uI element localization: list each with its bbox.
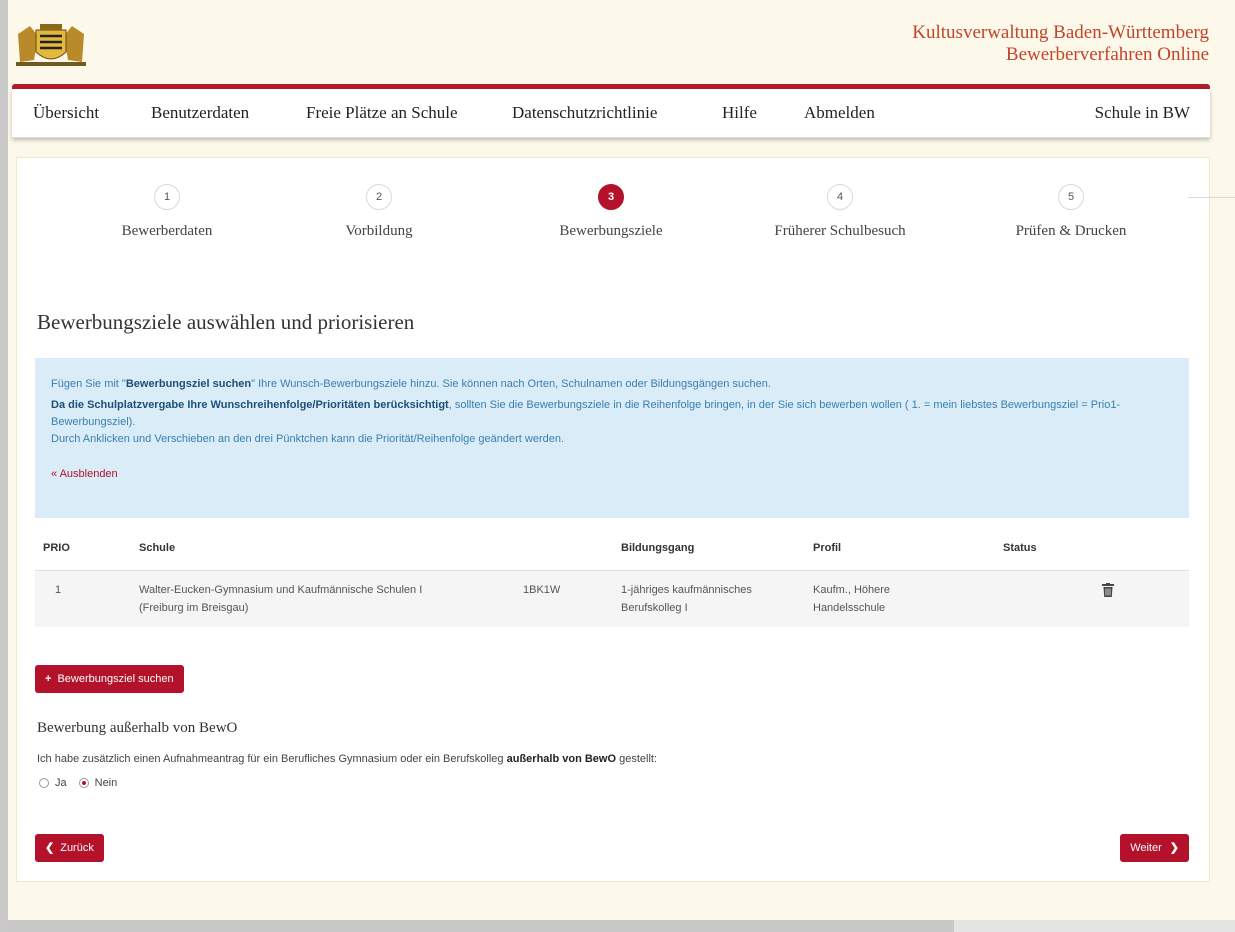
step-number: 1 — [154, 184, 180, 210]
info-line-2: Da die Schulplatzvergabe Ihre Wunschreih… — [51, 397, 1173, 431]
radio-ja-label: Ja — [55, 777, 67, 789]
col-status: Status — [1003, 542, 1037, 554]
schule-ort: (Freiburg im Breisgau) — [139, 602, 249, 614]
info-bold: Bewerbungsziel suchen — [125, 378, 252, 390]
col-prio: PRIO — [43, 542, 70, 554]
row-schule: Walter-Eucken-Gymnasium und Kaufmännisch… — [139, 581, 422, 617]
main-panel: 1 Bewerberdaten 2 Vorbildung 3 Bewerbung… — [16, 157, 1210, 882]
step-label: Bewerberdaten — [121, 223, 213, 239]
button-label: Weiter — [1130, 842, 1162, 854]
step-label: Bewerbungsziele — [559, 223, 663, 239]
plus-icon: + — [45, 673, 52, 685]
search-target-button[interactable]: + Bewerbungsziel suchen — [35, 665, 184, 693]
coat-of-arms-logo[interactable] — [14, 22, 88, 68]
nav-freie-plaetze[interactable]: Freie Plätze an Schule — [306, 103, 458, 123]
step-4[interactable]: 4 Früherer Schulbesuch — [740, 184, 940, 240]
radio-nein-label: Nein — [94, 777, 118, 789]
row-profil: Kaufm., Höhere Handelsschule — [813, 581, 890, 617]
nav-uebersicht[interactable]: Übersicht — [33, 103, 99, 123]
step-number: 2 — [366, 184, 392, 210]
question-text: gestellt: — [616, 753, 657, 765]
col-bildungsgang: Bildungsgang — [621, 542, 695, 554]
row-prio: 1 — [55, 584, 62, 596]
nav-hilfe[interactable]: Hilfe — [722, 103, 757, 123]
trash-icon[interactable] — [1102, 583, 1114, 597]
step-3-active[interactable]: 3 Bewerbungsziele — [511, 184, 711, 240]
brand-line-1: Kultusverwaltung Baden-Württemberg — [912, 22, 1209, 43]
question-bold: außerhalb von BewO — [506, 753, 617, 765]
step-1[interactable]: 1 Bewerberdaten — [67, 184, 267, 240]
radio-nein[interactable] — [78, 778, 89, 788]
extern-question: Ich habe zusätzlich einen Aufnahmeantrag… — [37, 753, 657, 765]
bottom-scrollbar[interactable] — [8, 920, 954, 932]
chevron-right-icon: ❯ — [1169, 842, 1179, 854]
back-button[interactable]: ❮ Zurück — [35, 834, 104, 862]
extern-radio-group: Ja Nein — [39, 777, 117, 789]
step-number: 3 — [598, 184, 624, 210]
info-box: Fügen Sie mit "Bewerbungsziel suchen" Ih… — [35, 358, 1189, 518]
question-text: Ich habe zusätzlich einen Aufnahmeantrag… — [37, 753, 507, 765]
step-label: Früherer Schulbesuch — [774, 223, 906, 239]
row-bildungsgang: 1-jähriges kaufmännisches Berufskolleg I — [621, 581, 752, 617]
decorative-line — [1188, 197, 1235, 198]
nav-benutzerdaten[interactable]: Benutzerdaten — [151, 103, 249, 123]
button-label: Zurück — [60, 842, 94, 854]
main-nav: Übersicht Benutzerdaten Freie Plätze an … — [12, 89, 1210, 138]
bottom-scrollbar-track — [954, 920, 1235, 932]
profil-line: Kaufm., Höhere — [813, 584, 891, 596]
col-profil: Profil — [813, 542, 842, 554]
info-line-3: Durch Anklicken und Verschieben an den d… — [51, 433, 565, 445]
step-label: Vorbildung — [345, 223, 413, 239]
bildungsgang-line: Berufskolleg I — [621, 602, 688, 614]
next-button[interactable]: Weiter ❯ — [1120, 834, 1189, 862]
info-line-1: Fügen Sie mit "Bewerbungsziel suchen" Ih… — [51, 376, 1173, 393]
radio-ja[interactable] — [39, 778, 49, 788]
info-text: " Ihre Wunsch-Bewerbungsziele hinzu. Sie… — [251, 378, 771, 390]
button-label: Bewerbungsziel suchen — [57, 673, 174, 685]
window-edge — [0, 0, 8, 932]
chevron-left-icon: ❮ — [45, 842, 55, 854]
hide-info-link[interactable]: « Ausblenden — [51, 466, 118, 483]
step-2[interactable]: 2 Vorbildung — [279, 184, 479, 240]
table-header: PRIO Schule Bildungsgang Profil Status — [35, 536, 1189, 572]
brand-title: Kultusverwaltung Baden-Württemberg Bewer… — [912, 22, 1209, 66]
bildungsgang-line: 1-jähriges kaufmännisches — [621, 584, 752, 596]
step-number: 4 — [827, 184, 853, 210]
col-schule: Schule — [139, 542, 176, 554]
nav-datenschutz[interactable]: Datenschutzrichtlinie — [512, 103, 657, 123]
table-row[interactable]: 1 Walter-Eucken-Gymnasium und Kaufmännis… — [35, 571, 1189, 627]
page-title: Bewerbungsziele auswählen und priorisier… — [37, 310, 415, 334]
extern-title: Bewerbung außerhalb von BewO — [37, 720, 238, 736]
nav-schule-in-bw[interactable]: Schule in BW — [1095, 103, 1190, 123]
brand-line-2: Bewerberverfahren Online — [1005, 44, 1209, 65]
step-number: 5 — [1058, 184, 1084, 210]
info-text: Fügen Sie mit " — [51, 378, 126, 390]
nav-abmelden[interactable]: Abmelden — [804, 103, 875, 123]
row-code: 1BK1W — [523, 584, 561, 596]
schule-name: Walter-Eucken-Gymnasium und Kaufmännisch… — [139, 584, 423, 596]
info-bold: Da die Schulplatzvergabe Ihre Wunschreih… — [51, 399, 449, 411]
step-label: Prüfen & Drucken — [1015, 223, 1127, 239]
step-5[interactable]: 5 Prüfen & Drucken — [971, 184, 1171, 240]
profil-line: Handelsschule — [813, 602, 886, 614]
